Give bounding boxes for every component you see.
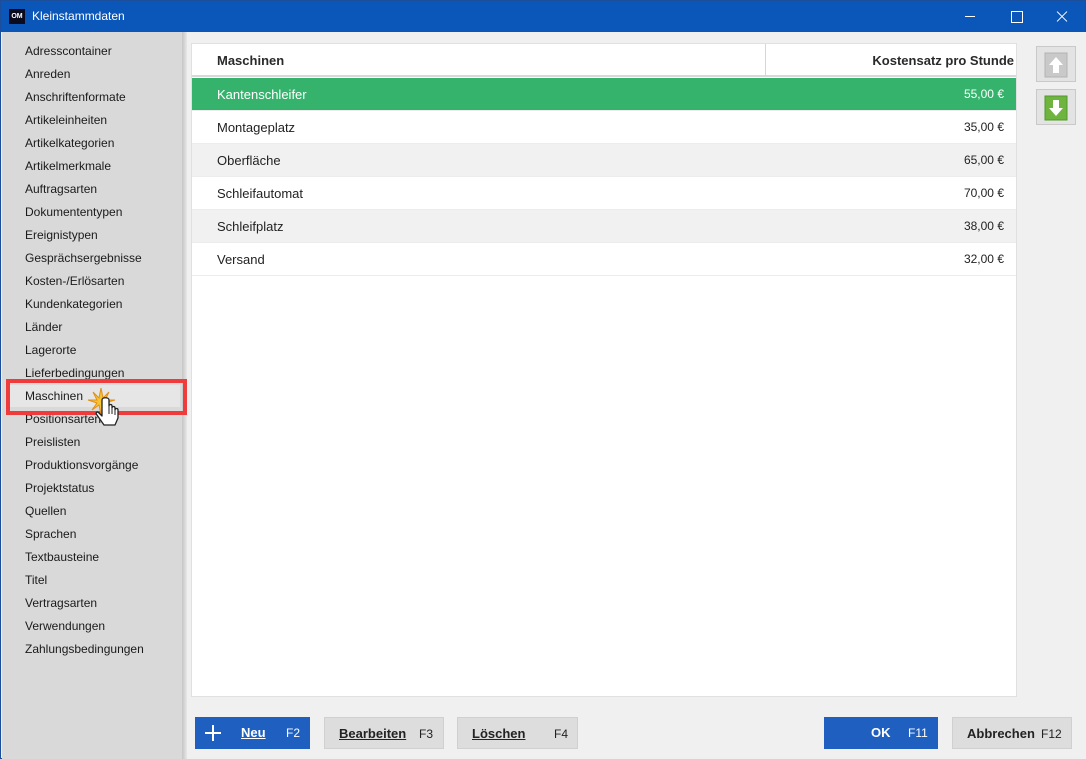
move-up-button[interactable] — [1036, 46, 1076, 82]
cancel-button-label: Abbrechen — [967, 726, 1035, 741]
new-button-label: Neu — [241, 725, 266, 740]
maximize-icon[interactable] — [993, 1, 1039, 32]
sidebar-item[interactable]: Artikeleinheiten — [10, 109, 180, 131]
delete-button-label: Löschen — [472, 726, 526, 741]
column-header-hourly-rate[interactable]: Kostensatz pro Stunde — [766, 44, 1014, 77]
hourly-rate-cell: 32,00 € — [963, 252, 1004, 266]
edit-button-label: Bearbeiten — [339, 726, 407, 741]
sidebar-item[interactable]: Projektstatus — [10, 477, 180, 499]
ok-button[interactable]: OK F11 — [824, 717, 938, 749]
sidebar-item[interactable]: Lagerorte — [10, 339, 180, 361]
sidebar-item[interactable]: Adresscontainer — [10, 40, 180, 62]
machines-table: Maschinen Kostensatz pro Stunde Kantensc… — [191, 43, 1017, 697]
hourly-rate-cell: 35,00 € — [963, 120, 1004, 134]
arrow-up-icon — [1044, 52, 1068, 78]
title-bar[interactable]: OM Kleinstammdaten — [1, 1, 1085, 32]
column-header-machines[interactable]: Maschinen — [217, 44, 765, 77]
move-down-button[interactable] — [1036, 89, 1076, 125]
app-logo-icon: OM — [9, 9, 25, 24]
hourly-rate-cell: 65,00 € — [963, 153, 1004, 167]
sidebar-item[interactable]: Dokumententypen — [10, 201, 180, 223]
machine-name-cell: Schleifautomat — [217, 186, 303, 201]
machine-name-cell: Oberfläche — [217, 153, 281, 168]
sidebar-item[interactable]: Artikelmerkmale — [10, 155, 180, 177]
ok-button-shortcut: F11 — [908, 726, 928, 740]
sidebar-item[interactable]: Quellen — [10, 500, 180, 522]
sidebar-item[interactable]: Länder — [10, 316, 180, 338]
new-button[interactable]: Neu F2 — [195, 717, 310, 749]
sidebar-item[interactable]: Produktionsvorgänge — [10, 454, 180, 476]
sidebar-item[interactable]: Anschriftenformate — [10, 86, 180, 108]
table-row[interactable]: Oberfläche 65,00 € — [192, 144, 1016, 177]
machine-name-cell: Versand — [217, 252, 265, 267]
sidebar-item[interactable]: Kosten-/Erlösarten — [10, 270, 180, 292]
delete-button-shortcut: F4 — [554, 727, 569, 741]
machine-name-cell: Kantenschleifer — [217, 87, 307, 102]
table-row[interactable]: Schleifplatz 38,00 € — [192, 210, 1016, 243]
sidebar-item[interactable]: Verwendungen — [10, 615, 180, 637]
sidebar-item[interactable]: Kundenkategorien — [10, 293, 180, 315]
machine-name-cell: Montageplatz — [217, 120, 296, 135]
table-row[interactable]: Versand 32,00 € — [192, 243, 1016, 276]
sidebar-item[interactable]: Ereignistypen — [10, 224, 180, 246]
delete-button[interactable]: Löschen F4 — [457, 717, 578, 749]
ok-button-label: OK — [871, 725, 891, 740]
table-row[interactable]: Schleifautomat 70,00 € — [192, 177, 1016, 210]
machine-name-cell: Schleifplatz — [217, 219, 284, 234]
edit-button[interactable]: Bearbeiten F3 — [324, 717, 444, 749]
sidebar-item[interactable]: Anreden — [10, 63, 180, 85]
hourly-rate-cell: 70,00 € — [963, 186, 1004, 200]
table-row[interactable]: Montageplatz 35,00 € — [192, 111, 1016, 144]
sidebar-item[interactable]: Titel — [10, 569, 180, 591]
table-header: Maschinen Kostensatz pro Stunde — [192, 44, 1016, 77]
arrow-down-icon — [1044, 95, 1068, 121]
plus-icon — [205, 725, 221, 741]
new-button-shortcut: F2 — [286, 726, 301, 740]
cancel-button[interactable]: Abbrechen F12 — [952, 717, 1072, 749]
sidebar-item[interactable]: Preislisten — [10, 431, 180, 453]
hand-pointer-icon — [87, 387, 119, 426]
dialog-window: OM Kleinstammdaten Adresscontainer Anrede… — [0, 0, 1086, 759]
hourly-rate-cell: 55,00 € — [963, 87, 1004, 101]
close-icon[interactable] — [1039, 1, 1085, 32]
sidebar-item[interactable]: Gesprächsergebnisse — [10, 247, 180, 269]
sidebar-item[interactable]: Auftragsarten — [10, 178, 180, 200]
edit-button-shortcut: F3 — [419, 727, 434, 741]
sidebar-item[interactable]: Textbausteine — [10, 546, 180, 568]
table-row[interactable]: Kantenschleifer 55,00 € — [192, 78, 1016, 111]
sidebar-item[interactable]: Vertragsarten — [10, 592, 180, 614]
sidebar-item[interactable]: Zahlungsbedingungen — [10, 638, 180, 660]
cancel-button-shortcut: F12 — [1041, 727, 1062, 741]
hourly-rate-cell: 38,00 € — [963, 219, 1004, 233]
minimize-icon[interactable] — [947, 1, 993, 32]
sidebar-item[interactable]: Sprachen — [10, 523, 180, 545]
window-title: Kleinstammdaten — [32, 9, 125, 23]
sidebar-item[interactable]: Artikelkategorien — [10, 132, 180, 154]
